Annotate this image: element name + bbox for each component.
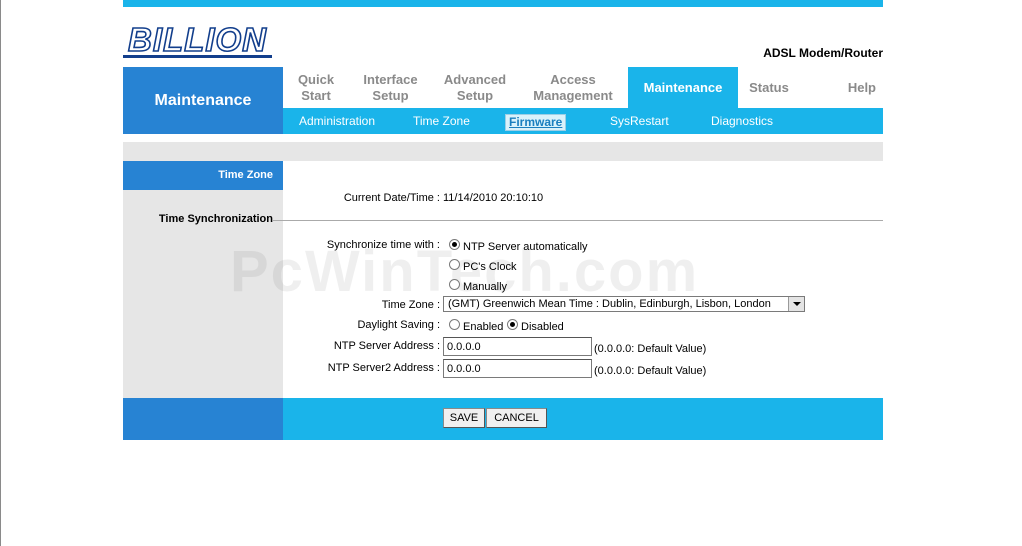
ntp-server-input[interactable] <box>443 337 592 356</box>
daylight-saving-label: Daylight Saving : <box>357 319 440 331</box>
current-datetime-label: Current Date/Time : <box>343 192 440 204</box>
nav-help[interactable]: Help <box>800 67 883 108</box>
daylight-enabled-radio[interactable] <box>449 319 460 330</box>
sidebar-divider <box>273 220 283 221</box>
sub-nav: Administration Time Zone Firmware SysRes… <box>283 108 883 134</box>
sync-pc-clock-radio[interactable] <box>449 259 460 270</box>
ntp-server2-input[interactable] <box>443 359 592 378</box>
sync-manually-label: Manually <box>463 281 508 293</box>
main-nav: Quick Start Interface Setup Advanced Setup … <box>283 67 883 108</box>
chevron-down-icon[interactable] <box>788 297 804 311</box>
ntp-server-hint: (0.0.0.0: Default Value) <box>594 343 707 355</box>
save-button[interactable]: SAVE <box>443 408 485 428</box>
ntp-server2-label: NTP Server2 Address : <box>327 362 440 374</box>
sidebar-panel <box>123 161 283 398</box>
subnav-administration[interactable]: Administration <box>299 108 375 134</box>
section-title: Maintenance <box>123 67 283 134</box>
logo-underline <box>123 55 272 58</box>
daylight-disabled-radio[interactable] <box>507 319 518 330</box>
sync-manually-radio[interactable] <box>449 279 460 290</box>
subnav-diagnostics[interactable]: Diagnostics <box>711 108 773 134</box>
nav-advanced-setup[interactable]: Advanced Setup <box>432 67 518 108</box>
sync-ntp-label: NTP Server automatically <box>463 241 588 253</box>
window-left-border <box>0 0 1 546</box>
product-title: ADSL Modem/Router <box>763 46 883 60</box>
content-divider <box>283 220 883 221</box>
timezone-selected-value: (GMT) Greenwich Mean Time : Dublin, Edin… <box>448 298 771 310</box>
timezone-select[interactable]: (GMT) Greenwich Mean Time : Dublin, Edin… <box>443 296 805 312</box>
sync-label: Synchronize time with : <box>326 239 440 251</box>
top-accent-strip <box>123 0 883 7</box>
nav-status[interactable]: Status <box>738 67 800 108</box>
timezone-label: Time Zone : <box>381 299 440 311</box>
sidebar-section-time-sync: Time Synchronization <box>158 213 273 225</box>
sync-ntp-radio[interactable] <box>449 239 460 250</box>
content-top-bar <box>123 142 883 161</box>
nav-quick-start[interactable]: Quick Start <box>283 67 349 108</box>
nav-interface-setup[interactable]: Interface Setup <box>349 67 432 108</box>
footer-left-bar <box>123 398 283 440</box>
billion-logo: BILLION <box>123 21 272 58</box>
current-datetime-value: 11/14/2010 20:10:10 <box>443 192 544 204</box>
sidebar-item-time-zone[interactable]: Time Zone <box>123 161 283 190</box>
daylight-enabled-label: Enabled <box>463 321 504 333</box>
cancel-button[interactable]: CANCEL <box>486 408 547 428</box>
nav-maintenance[interactable]: Maintenance <box>628 67 738 108</box>
sync-pc-clock-label: PC's Clock <box>463 261 517 273</box>
subnav-sysrestart[interactable]: SysRestart <box>610 108 669 134</box>
footer-bar <box>283 398 883 440</box>
ntp-server2-hint: (0.0.0.0: Default Value) <box>594 365 707 377</box>
subnav-firmware[interactable]: Firmware <box>505 114 567 131</box>
ntp-server-label: NTP Server Address : <box>333 340 440 352</box>
subnav-time-zone[interactable]: Time Zone <box>413 108 470 134</box>
nav-access-management[interactable]: Access Management <box>518 67 628 108</box>
daylight-disabled-label: Disabled <box>521 321 564 333</box>
